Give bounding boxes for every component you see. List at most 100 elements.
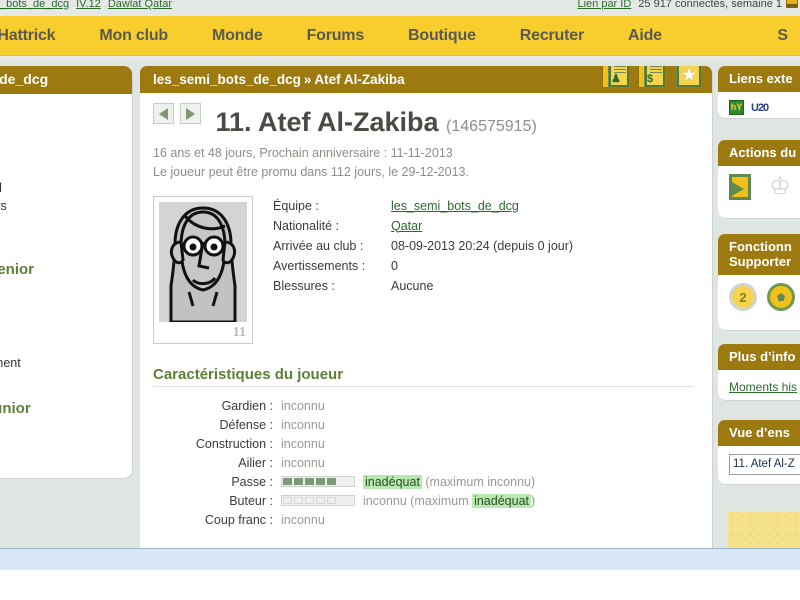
nav-item-supporter[interactable]: S <box>755 16 800 56</box>
player-detail-body: 11. Atef Al-Zakiba (146575915) 16 ans et… <box>140 93 712 530</box>
sidebar-item-club-staff[interactable]: ersonnel <box>0 179 132 197</box>
top-link-team[interactable]: _bots_de_dcg <box>0 0 69 10</box>
sidebar-item-senior-tournaments[interactable]: urnois <box>0 336 132 354</box>
top-left-links: _bots_de_dcg IV.12 Dawlat Qatar <box>0 0 172 10</box>
transfer-price-icon[interactable]: $ <box>638 66 668 91</box>
skill-label-defence: Défense : <box>219 417 273 432</box>
overview-panel: Vue d’ens 11. Atef Al-Z <box>718 420 800 484</box>
top-link-region[interactable]: Dawlat Qatar <box>108 0 172 10</box>
sidebar-item-club-supporters[interactable]: upporters <box>0 197 132 215</box>
historic-moments-link[interactable]: Moments his <box>729 380 797 394</box>
header-action-icons: ♟ $ ★ <box>602 66 704 91</box>
sidebar-item-junior-matches[interactable]: atchs <box>0 457 132 475</box>
info-row-arrival: Arrivée au club : 08-09-2013 20:24 (depu… <box>273 236 573 256</box>
nav-items: on Hattrick Mon club Monde Forums Boutiq… <box>0 16 684 56</box>
player-info-table: Équipe : les_semi_bots_de_dcg Nationalit… <box>273 196 573 344</box>
favourite-star-icon[interactable]: ★ <box>674 66 704 91</box>
advertisement-box[interactable] <box>728 512 800 548</box>
skill-bar-passing <box>281 473 363 492</box>
sidebar-item-junior-players[interactable]: ueurs <box>0 439 132 457</box>
favourite-star-icon-glyph: ★ <box>682 67 697 84</box>
skill-value-keeper: inconnu <box>281 398 325 413</box>
next-player-button[interactable] <box>180 103 201 124</box>
player-actions-panel: Actions du ♔ <box>718 140 800 218</box>
info-row-nationality: Nationalité : Qatar <box>273 216 573 236</box>
top-link-series[interactable]: IV.12 <box>76 0 101 10</box>
skill-label-scoring: Buteur : <box>229 493 273 508</box>
player-skills-section: Caractéristiques du joueur Gardien : inc… <box>153 366 694 530</box>
nav-item-my-club[interactable]: Mon club <box>77 16 190 56</box>
skill-value-passing-text: inadéquat <box>363 474 422 489</box>
supporter-features-title: Fonctionn Supporter <box>718 234 800 275</box>
skill-bar-scoring-track <box>281 494 355 506</box>
sidebar-item-senior-league[interactable]: oule <box>0 318 132 336</box>
skill-passing-note-pre: (maximum <box>421 474 488 489</box>
supporter-features-panel: Fonctionn Supporter 2 <box>718 234 800 330</box>
player-actions-title: Actions du <box>718 140 800 166</box>
nav-item-my-hattrick[interactable]: on Hattrick <box>0 16 77 56</box>
breadcrumb-team[interactable]: les_semi_bots_de_dcg <box>153 72 301 87</box>
skill-label-winger: Ailier : <box>238 455 273 470</box>
left-sidebar: _bots_de_dcg ub énéral anager ade ersonn… <box>0 66 132 478</box>
link-by-id[interactable]: Lien par ID <box>577 0 631 10</box>
u20-icon[interactable]: U20 <box>751 102 769 114</box>
player-overview-select[interactable]: 11. Atef Al-Z <box>729 454 800 475</box>
nav-item-recruit[interactable]: Recruter <box>498 16 606 56</box>
skill-label-playmaking: Construction : <box>195 436 273 451</box>
sell-player-icon[interactable] <box>729 174 755 200</box>
avatar: 11 <box>153 195 253 344</box>
sidebar-item-club-stadium[interactable]: ade <box>0 161 132 179</box>
sidebar-item-club-transfers[interactable]: ansferts <box>0 215 132 233</box>
skill-row-playmaking: Construction : inconnu <box>153 435 694 454</box>
ball-icon[interactable] <box>767 283 795 311</box>
flag-icon <box>786 0 798 8</box>
info-value-warnings: 0 <box>391 258 398 273</box>
skill-passing-note-value: inconnu <box>487 474 531 489</box>
nav-item-help[interactable]: Aide <box>606 16 684 56</box>
sidebar-item-senior-players[interactable]: ueurs <box>0 282 132 300</box>
sidebar-item-club-general[interactable]: énéral <box>0 125 132 143</box>
nav-item-shop[interactable]: Boutique <box>386 16 498 56</box>
nav-item-forums[interactable]: Forums <box>285 16 386 56</box>
sidebar-item-senior-challenges[interactable]: éfis <box>0 372 132 390</box>
nationality-link[interactable]: Qatar <box>391 219 422 233</box>
avatar-drawing <box>159 201 247 322</box>
breadcrumb-player: Atef Al-Zakiba <box>314 72 405 87</box>
skill-value-defence: inconnu <box>281 417 325 432</box>
scout-report-icon-glyph: ♟ <box>611 73 621 85</box>
skill-row-setpieces: Coup franc : inconnu <box>153 511 694 530</box>
skill-value-passing: inadéquat (maximum inconnu) <box>363 473 535 492</box>
skill-row-scoring: Buteur : inconnu (maximum inadéquat) <box>153 492 694 511</box>
skill-value-playmaking: inconnu <box>281 436 325 451</box>
shirt-number-icon[interactable]: 2 <box>729 283 757 311</box>
supporter-features-body: 2 <box>718 275 800 321</box>
sidebar-item-junior-general[interactable]: énéral <box>0 421 132 439</box>
skill-scoring-note-post: ) <box>531 493 536 508</box>
more-info-panel: Plus d’info Moments his <box>718 344 800 400</box>
top-right-info: Lien par ID 25 917 connectés, semaine 1 <box>577 0 798 10</box>
team-link[interactable]: les_semi_bots_de_dcg <box>391 199 519 213</box>
more-info-title: Plus d’info <box>718 344 800 370</box>
scout-report-icon[interactable]: ♟ <box>602 66 632 91</box>
crown-icon[interactable]: ♔ <box>767 174 793 200</box>
sidebar-item-club-manager[interactable]: anager <box>0 143 132 161</box>
player-promotion-line: Le joueur peut être promu dans 112 jours… <box>153 164 469 179</box>
nav-item-world[interactable]: Monde <box>190 16 285 56</box>
sidebar-item-junior-league[interactable]: oule <box>0 475 132 478</box>
skill-row-defence: Défense : inconnu <box>153 416 694 435</box>
supporter-features-icons: 2 <box>729 283 800 311</box>
external-links-panel: Liens exte hY U20 <box>718 66 800 118</box>
skill-value-winger: inconnu <box>281 455 325 470</box>
player-actions-icons: ♔ <box>729 174 800 200</box>
player-name-text: 11. Atef Al-Zakiba <box>215 106 439 137</box>
info-label-injuries: Blessures : <box>273 278 335 293</box>
hattrick-youth-icon[interactable]: hY <box>729 100 744 115</box>
info-row-team: Équipe : les_semi_bots_de_dcg <box>273 196 573 216</box>
external-links-icons: hY U20 <box>729 100 800 115</box>
sidebar-item-senior-training[interactable]: ntraînement <box>0 354 132 372</box>
avatar-shirt-number: 11 <box>232 324 246 340</box>
sidebar-item-club-finances[interactable]: nances <box>0 233 132 251</box>
page-root: _bots_de_dcg IV.12 Dawlat Qatar Lien par I… <box>0 0 800 600</box>
sidebar-item-senior-matches[interactable]: atchs <box>0 300 132 318</box>
previous-player-button[interactable] <box>153 103 174 124</box>
